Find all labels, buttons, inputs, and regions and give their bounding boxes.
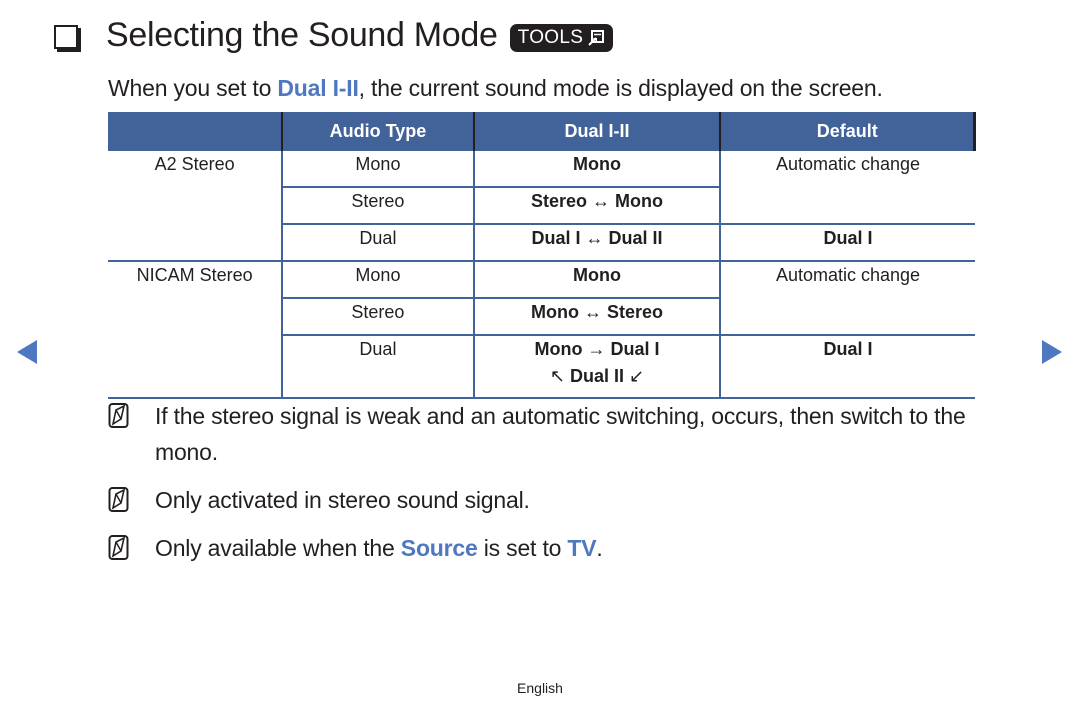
header-broadcast — [108, 112, 283, 151]
tools-window-icon — [588, 29, 605, 46]
intro-text: When you set to Dual I-II, the current s… — [108, 75, 883, 102]
dual-value-b: Stereo — [607, 302, 664, 322]
audio-type-cell: Dual — [281, 223, 474, 261]
bidirectional-arrow-icon: ↔ — [585, 228, 604, 248]
table-row: A2 Stereo Mono Mono Automatic change — [108, 151, 975, 224]
broadcast-cell: NICAM Stereo — [108, 260, 283, 398]
right-arrow-icon: → — [587, 339, 606, 359]
note-item: Only available when the Source is set to… — [108, 530, 1008, 566]
audio-type-cell: Dual — [281, 334, 474, 398]
dual-value-a: Mono — [530, 302, 579, 322]
bidirectional-arrow-icon: ↔ — [583, 302, 602, 322]
dual-value-a: Mono — [534, 339, 583, 359]
sound-mode-table: Audio Type Dual I-II Default A2 Stereo M… — [108, 112, 977, 400]
audio-type-cell: Mono — [281, 260, 474, 299]
dual-cell: Stereo ↔ Mono — [472, 187, 721, 225]
default-cell: Automatic change — [719, 151, 975, 224]
bidirectional-arrow-icon: ↔ — [592, 191, 611, 211]
intro-highlight-dual: Dual I-II — [277, 75, 359, 101]
audio-type-cell: Stereo — [281, 298, 474, 336]
note-text: Only available when the Source is set to… — [155, 530, 603, 566]
table-row: NICAM Stereo Mono Mono Automatic change — [108, 260, 975, 398]
header-dual: Dual I-II — [472, 112, 721, 151]
dual-cell: Dual I ↔ Dual II — [472, 223, 721, 261]
tools-badge-label: TOOLS — [517, 26, 584, 48]
dual-value-a: Dual I — [531, 228, 581, 248]
note-middle: is set to — [477, 535, 568, 561]
note-suffix: . — [596, 535, 603, 561]
note-pencil-icon — [108, 535, 129, 560]
header-audio-type: Audio Type — [281, 112, 474, 151]
table-header-row: Audio Type Dual I-II Default — [108, 112, 977, 151]
note-pencil-icon — [108, 487, 129, 512]
footer-language: English — [517, 680, 563, 696]
dual-value-a: Stereo — [530, 191, 588, 211]
dual-value-c: Dual II — [570, 366, 625, 386]
note-text: If the stereo signal is weak and an auto… — [155, 403, 966, 465]
dual-cell: Mono → Dual I ↖ Dual II ↙ — [472, 334, 721, 398]
note-prefix: Only available when the — [155, 535, 401, 561]
intro-prefix: When you set to — [108, 75, 278, 101]
up-left-arrow-icon: ↖ — [549, 366, 565, 386]
header-default: Default — [719, 112, 977, 151]
page-title: Selecting the Sound Mode — [106, 16, 498, 54]
note-item: Only activated in stereo sound signal. — [108, 482, 1008, 518]
note-highlight-tv: TV — [567, 535, 597, 561]
dual-cycle-line: ↖ Dual II ↙ — [475, 366, 720, 387]
note-pencil-icon — [108, 403, 129, 428]
intro-suffix: , the current sound mode is displayed on… — [358, 75, 883, 101]
note-highlight-source: Source — [400, 535, 478, 561]
audio-type-cell: Mono — [281, 151, 474, 188]
notes-list: If the stereo signal is weak and an auto… — [108, 398, 1008, 578]
next-page-button[interactable] — [1042, 340, 1062, 364]
default-cell: Dual I — [719, 334, 975, 398]
note-item: If the stereo signal is weak and an auto… — [108, 398, 1008, 470]
dual-value-b: Mono — [615, 191, 664, 211]
dual-cell: Mono — [472, 151, 721, 188]
note-text: Only activated in stereo sound signal. — [155, 487, 530, 513]
checkbox-bullet-icon — [54, 24, 78, 49]
tools-badge: TOOLS — [509, 23, 614, 52]
dual-value-b: Dual I — [610, 339, 660, 359]
down-left-arrow-icon: ↙ — [629, 366, 645, 386]
default-cell: Dual I — [719, 223, 975, 261]
dual-cell: Mono ↔ Stereo — [472, 298, 721, 336]
section-title-row: Selecting the Sound Mode TOOLS — [54, 16, 614, 55]
dual-value-b: Dual II — [608, 228, 663, 248]
broadcast-cell: A2 Stereo — [154, 154, 235, 174]
audio-type-cell: Stereo — [281, 187, 474, 225]
previous-page-button[interactable] — [17, 340, 37, 364]
dual-cell: Mono — [472, 260, 721, 299]
default-cell: Automatic change — [719, 260, 975, 335]
